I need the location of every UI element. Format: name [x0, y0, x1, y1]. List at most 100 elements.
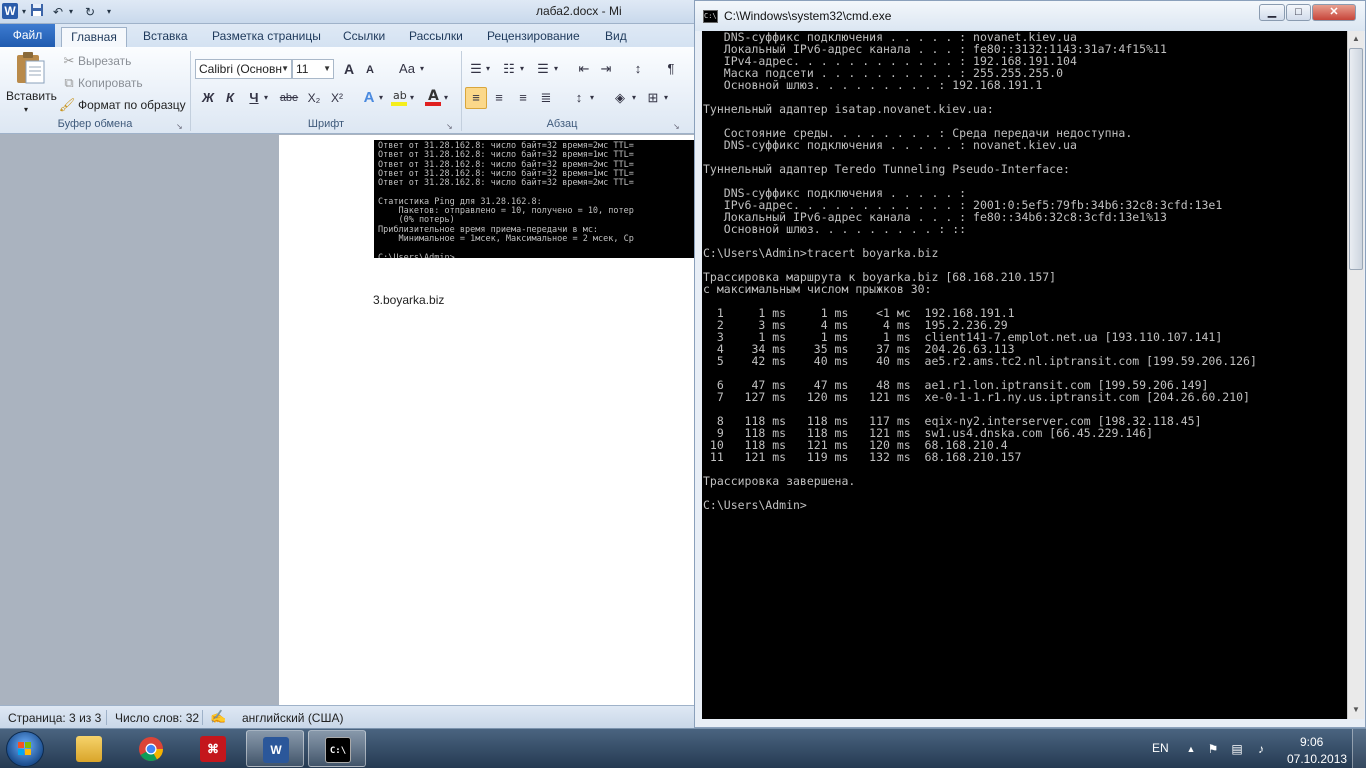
borders-dropdown-icon[interactable]: ▾	[662, 89, 670, 107]
shading-dropdown-icon[interactable]: ▾	[630, 89, 638, 107]
shrink-font-icon[interactable]: A	[361, 61, 379, 79]
cmd-window-icon[interactable]: C:\	[703, 10, 718, 23]
align-center-icon[interactable]: ≡	[490, 89, 508, 107]
sort-icon[interactable]: ↕	[629, 60, 647, 78]
chevron-down-icon[interactable]: ▾	[20, 3, 28, 21]
tab-view[interactable]: Вид	[605, 27, 627, 47]
action-center-icon[interactable]: ⚑	[1206, 742, 1220, 756]
superscript-icon[interactable]: X²	[327, 89, 347, 107]
status-divider	[106, 710, 107, 725]
proofing-icon[interactable]: ✍	[210, 709, 226, 725]
tray-expand-icon[interactable]: ▲	[1184, 742, 1198, 756]
font-color-letter: A	[428, 88, 439, 104]
tab-review[interactable]: Рецензирование	[487, 27, 580, 47]
multilevel-list-icon[interactable]: ☰	[534, 60, 552, 78]
clock-time[interactable]: 9:06	[1300, 735, 1323, 749]
borders-icon[interactable]: ⊞	[644, 89, 662, 107]
show-marks-icon[interactable]: ¶	[662, 60, 680, 78]
tab-home[interactable]: Главная	[61, 27, 127, 47]
document-paragraph[interactable]: 3.boyarka.biz	[373, 293, 444, 307]
save-icon[interactable]	[28, 3, 46, 21]
numbering-icon[interactable]: ☷	[500, 60, 518, 78]
tab-insert[interactable]: Вставка	[143, 27, 188, 47]
bullets-dropdown-icon[interactable]: ▾	[484, 60, 492, 78]
numbering-dropdown-icon[interactable]: ▾	[518, 60, 526, 78]
font-launcher-icon[interactable]: ↘	[446, 119, 453, 135]
minimize-button[interactable]: ▁	[1259, 4, 1285, 21]
scroll-up-icon[interactable]: ▲	[1348, 31, 1364, 47]
bold-icon[interactable]: Ж	[199, 89, 217, 107]
language-indicator[interactable]: EN	[1152, 741, 1169, 755]
maximize-button[interactable]: □	[1286, 4, 1311, 21]
tab-file[interactable]: Файл	[0, 24, 55, 47]
start-button[interactable]	[6, 731, 44, 767]
format-painter-icon[interactable]: 🖌	[58, 96, 76, 114]
cmd-title: C:\Windows\system32\cmd.exe	[724, 9, 892, 23]
cmd-console[interactable]: DNS-суффикс подключения . . . . . : nova…	[702, 31, 1347, 719]
line-spacing-dropdown-icon[interactable]: ▾	[588, 89, 596, 107]
scroll-down-icon[interactable]: ▼	[1348, 702, 1364, 718]
document-page[interactable]: Ответ от 31.28.162.8: число байт=32 врем…	[279, 135, 700, 705]
clipboard-launcher-icon[interactable]: ↘	[176, 119, 183, 135]
font-name-combo[interactable]: Calibri (Основн ▼	[195, 59, 292, 79]
bullets-icon[interactable]: ☰	[467, 60, 485, 78]
word-logo-icon[interactable]: W	[2, 3, 18, 19]
highlight-icon[interactable]: ab	[390, 87, 408, 106]
network-icon[interactable]: ▤	[1230, 742, 1244, 756]
clock-date[interactable]: 07.10.2013	[1287, 752, 1347, 766]
paste-icon[interactable]	[14, 51, 46, 85]
word-count-status[interactable]: Число слов: 32	[115, 711, 199, 725]
taskbar-explorer[interactable]	[60, 730, 118, 767]
paragraph-launcher-icon[interactable]: ↘	[673, 119, 680, 135]
text-effects-dropdown-icon[interactable]: ▾	[377, 89, 385, 107]
taskbar-word[interactable]: W	[246, 730, 304, 767]
strikethrough-icon[interactable]: abe	[278, 89, 300, 107]
change-case-icon[interactable]: Aa	[395, 60, 419, 78]
cut-icon[interactable]: ✂	[60, 52, 78, 70]
language-status[interactable]: английский (США)	[242, 711, 343, 725]
increase-indent-icon[interactable]: ⇥	[597, 60, 615, 78]
document-area[interactable]: Ответ от 31.28.162.8: число байт=32 врем…	[0, 135, 700, 705]
subscript-icon[interactable]: X₂	[304, 89, 324, 107]
format-painter-button[interactable]: Формат по образцу	[78, 97, 186, 113]
customize-qat-icon[interactable]: ▾	[104, 3, 114, 21]
paste-dropdown-icon[interactable]: ▾	[24, 102, 28, 118]
copy-button[interactable]: Копировать	[78, 75, 143, 91]
font-color-dropdown-icon[interactable]: ▾	[442, 89, 450, 107]
multilevel-dropdown-icon[interactable]: ▾	[552, 60, 560, 78]
cmd-title-bar[interactable]: C:\ C:\Windows\system32\cmd.exe ▁ □ ✕	[695, 1, 1365, 31]
font-color-icon[interactable]: A	[424, 87, 442, 106]
align-left-icon[interactable]: ≡	[465, 87, 487, 109]
scroll-thumb[interactable]	[1349, 48, 1363, 270]
line-spacing-icon[interactable]: ↕	[570, 89, 588, 107]
shading-icon[interactable]: ◈	[611, 89, 629, 107]
grow-font-icon[interactable]: A	[340, 60, 358, 78]
align-right-icon[interactable]: ≡	[514, 89, 532, 107]
highlight-dropdown-icon[interactable]: ▾	[408, 89, 416, 107]
underline-dropdown-icon[interactable]: ▾	[262, 89, 270, 107]
taskbar-cmd[interactable]: C:\	[308, 730, 366, 767]
taskbar-chrome[interactable]	[122, 730, 180, 767]
redo-icon[interactable]: ↻	[82, 3, 98, 21]
page-count-status[interactable]: Страница: 3 из 3	[8, 711, 101, 725]
volume-icon[interactable]: ♪	[1254, 742, 1268, 756]
decrease-indent-icon[interactable]: ⇤	[575, 60, 593, 78]
justify-icon[interactable]: ≣	[537, 89, 555, 107]
underline-icon[interactable]: Ч	[245, 89, 263, 107]
taskbar-acrobat[interactable]: ⌘	[184, 730, 242, 767]
change-case-dropdown-icon[interactable]: ▾	[418, 60, 426, 78]
tab-mailings[interactable]: Рассылки	[409, 27, 463, 47]
undo-icon[interactable]: ↶	[50, 3, 66, 21]
vertical-scrollbar[interactable]: ▲ ▼	[1347, 31, 1364, 719]
text-effects-icon[interactable]: A	[360, 89, 378, 107]
cut-button[interactable]: Вырезать	[78, 53, 131, 69]
show-desktop-button[interactable]	[1352, 729, 1366, 768]
tab-references[interactable]: Ссылки	[343, 27, 385, 47]
close-button[interactable]: ✕	[1312, 4, 1356, 21]
copy-icon[interactable]: ⧉	[60, 74, 78, 92]
tab-page-layout[interactable]: Разметка страницы	[212, 27, 321, 47]
undo-dropdown-icon[interactable]: ▾	[66, 3, 76, 21]
paste-button[interactable]: Вставить	[6, 88, 57, 104]
italic-icon[interactable]: К	[221, 89, 239, 107]
font-size-combo[interactable]: 11 ▼	[292, 59, 334, 79]
